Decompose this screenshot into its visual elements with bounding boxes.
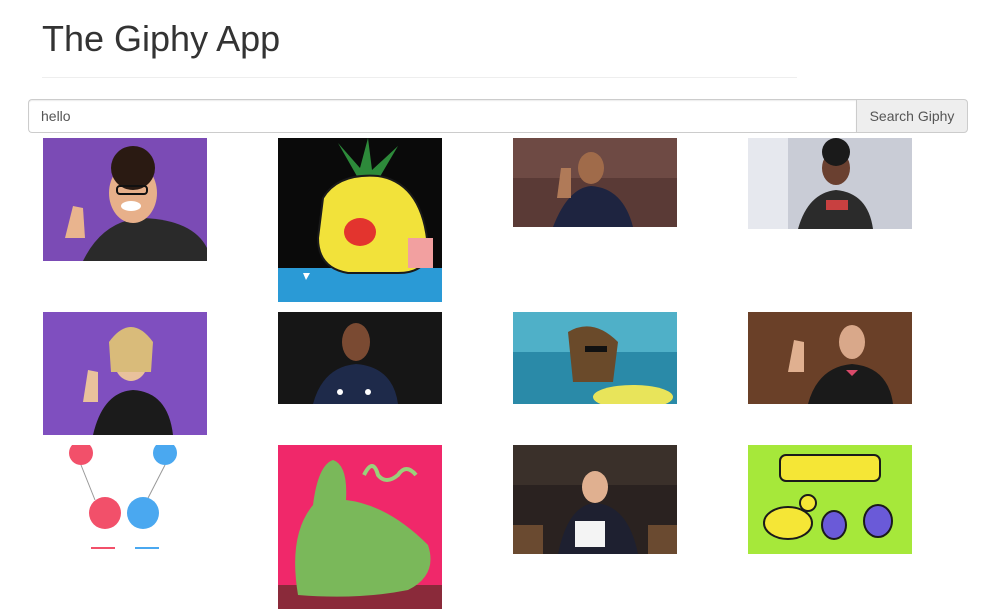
search-input[interactable] (28, 99, 856, 133)
hello-cartoon-bugs-gif[interactable] (748, 445, 912, 554)
header-divider (42, 77, 797, 78)
green-figure-hello-gif[interactable] (278, 445, 442, 609)
man-sweater-gif[interactable] (278, 312, 442, 404)
woman-waving-purple-gif[interactable] (43, 312, 207, 435)
search-bar: Search Giphy (28, 99, 968, 133)
page-title: The Giphy App (42, 18, 281, 59)
man-waving-bowtie-gif[interactable] (748, 312, 912, 404)
balloon-characters-gif[interactable] (43, 445, 207, 555)
man-waving-dark-gif[interactable] (513, 138, 677, 227)
woman-pool-sunglasses-gif[interactable] (513, 312, 677, 404)
late-show-hi-gif[interactable] (513, 445, 677, 554)
woman-waving-room-gif[interactable] (748, 138, 912, 229)
pineapple-cartoon-gif[interactable] (278, 138, 442, 302)
search-giphy-button[interactable]: Search Giphy (856, 99, 968, 133)
man-waving-purple-gif[interactable] (43, 138, 207, 261)
